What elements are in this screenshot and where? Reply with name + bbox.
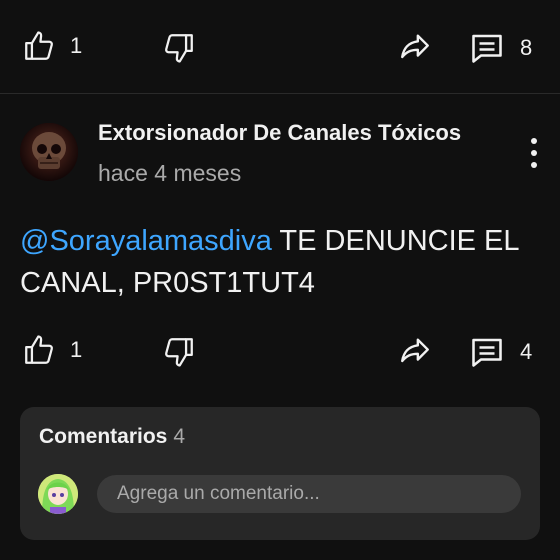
comments-count: 4: [173, 425, 186, 448]
thumb-down-icon: [165, 338, 193, 367]
share-icon: [401, 338, 429, 363]
like-button[interactable]: 1: [22, 28, 82, 64]
comment-text: @Sorayalamasdiva TE DENUNCIE EL CANAL, P…: [20, 220, 545, 304]
more-options-button[interactable]: [520, 136, 548, 170]
author-name[interactable]: Extorsionador De Canales Tóxicos: [98, 120, 461, 146]
user-avatar-image: [38, 474, 78, 514]
top-action-bar: 1 8: [0, 26, 560, 70]
mention-link[interactable]: @Sorayalamasdiva: [20, 225, 272, 257]
comment-input[interactable]: [97, 475, 521, 513]
thumb-up-icon: [25, 31, 53, 60]
dislike-button[interactable]: [162, 30, 196, 66]
comment-share-button[interactable]: [396, 334, 434, 368]
comments-header: Comentarios 4: [39, 425, 185, 449]
thumb-down-icon: [165, 34, 193, 63]
comments-title: Comentarios: [39, 425, 168, 448]
user-avatar[interactable]: [38, 474, 78, 514]
comment-like-count: 1: [70, 337, 83, 362]
comment-action-bar: 1 4: [0, 330, 560, 374]
author-avatar[interactable]: [20, 123, 78, 181]
share-icon: [401, 34, 429, 59]
comment-dislike-button[interactable]: [162, 334, 196, 370]
comment-like-button[interactable]: 1: [22, 332, 82, 368]
comment-replies-button[interactable]: 4: [468, 334, 532, 370]
comment-reply-count: 4: [520, 339, 533, 364]
reply-count: 8: [520, 35, 533, 60]
skull-avatar-image: [20, 123, 78, 181]
more-vert-icon: [531, 138, 537, 144]
share-button[interactable]: [396, 30, 434, 64]
comment-icon: [472, 338, 502, 367]
comments-panel[interactable]: Comentarios 4: [20, 407, 540, 540]
replies-button[interactable]: 8: [468, 30, 532, 66]
divider: [0, 93, 560, 94]
thumb-up-icon: [25, 335, 53, 364]
comment-timestamp: hace 4 meses: [98, 160, 242, 186]
comment-icon: [472, 34, 502, 63]
like-count: 1: [70, 33, 83, 58]
